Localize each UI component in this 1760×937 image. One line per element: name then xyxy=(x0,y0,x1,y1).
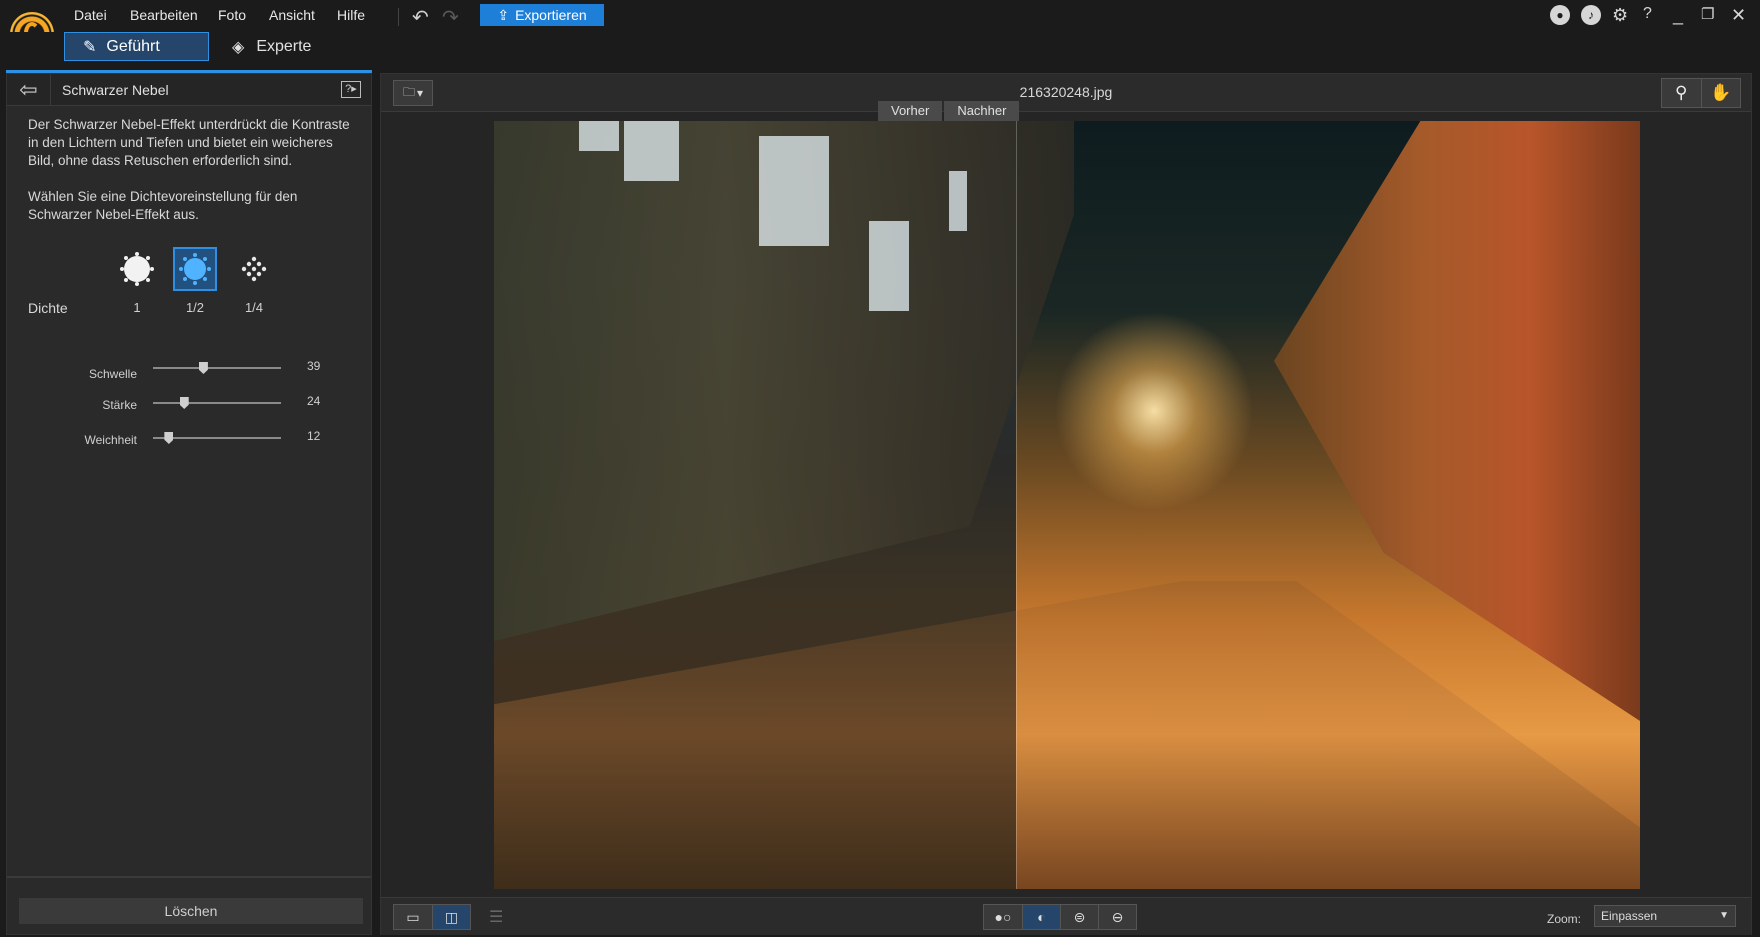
menu-foto[interactable]: Foto xyxy=(218,7,246,23)
export-label: Exportieren xyxy=(515,7,587,23)
help-icon[interactable]: ? xyxy=(1643,5,1652,23)
photo-window xyxy=(949,171,967,231)
single-view-icon[interactable]: ▭ xyxy=(394,905,432,929)
layers-icon: ◈ xyxy=(232,38,245,56)
compare-labels: Vorher Nachher xyxy=(878,101,1020,121)
zoom-label: Zoom: xyxy=(1547,912,1582,926)
viewer-bottom-bar: ▭ ◫ ☰ ●○ ◐ ⊜ ⊖ Zoom: Einpassen ▼ xyxy=(381,897,1751,935)
gear-icon[interactable]: ⚙ xyxy=(1612,5,1628,26)
slider-label-strength: Stärke xyxy=(102,398,137,412)
compare-side-icon[interactable]: ●○ xyxy=(984,905,1022,929)
compare-vertical-icon[interactable]: ⊖ xyxy=(1098,905,1136,929)
undo-icon[interactable]: ↶ xyxy=(412,5,429,30)
magic-wand-icon: ✎ xyxy=(83,38,97,56)
preset-density-1[interactable] xyxy=(115,247,159,291)
slider-label-threshold: Schwelle xyxy=(88,367,137,381)
compare-split-line[interactable] xyxy=(1016,121,1017,889)
density-full-icon xyxy=(120,252,154,286)
preset-density-quarter[interactable] xyxy=(232,247,276,291)
photo-preview[interactable] xyxy=(494,121,1640,889)
delete-button[interactable]: Löschen xyxy=(19,898,363,924)
preset-density-half[interactable] xyxy=(173,247,217,291)
effect-description: Der Schwarzer Nebel-Effekt unterdrückt d… xyxy=(28,117,350,168)
viewer-toolbar: 🗀 ▾ 216320248.jpg ⚲ ✋ xyxy=(381,74,1751,112)
bell-icon[interactable]: ♪ xyxy=(1581,5,1601,25)
effect-panel: ⇦ Schwarzer Nebel ?▸ Der Schwarzer Nebel… xyxy=(6,73,372,935)
arrow-left-icon: ⇦ xyxy=(19,77,38,102)
density-quarter-icon xyxy=(241,256,267,282)
hand-icon[interactable]: ✋ xyxy=(1700,79,1741,107)
compare-mode-group: ●○ ◐ ⊜ ⊖ xyxy=(983,904,1137,930)
menu-ansicht[interactable]: Ansicht xyxy=(269,7,315,23)
panel-header: ⇦ Schwarzer Nebel ?▸ xyxy=(7,74,371,106)
minimize-icon[interactable]: _ xyxy=(1673,5,1683,26)
restore-icon[interactable]: ❐ xyxy=(1701,5,1714,23)
tab-expert[interactable]: ◈ Experte xyxy=(232,32,311,61)
view-mode-group: ▭ ◫ xyxy=(393,904,471,930)
photo-window xyxy=(579,121,619,151)
menu-hilfe[interactable]: Hilfe xyxy=(337,7,365,23)
preset-label-half: 1/2 xyxy=(185,300,205,315)
preset-label-1: 1 xyxy=(133,300,141,315)
split-view-icon[interactable]: ◫ xyxy=(432,905,470,929)
slider-value-softness: 12 xyxy=(307,429,321,443)
photo-street-light xyxy=(1054,311,1254,511)
slider-value-strength: 24 xyxy=(307,394,321,408)
back-button[interactable]: ⇦ xyxy=(7,74,51,106)
menu-datei[interactable]: Datei xyxy=(74,7,107,23)
menu-bar: Datei Bearbeiten Foto Ansicht Hilfe ↶ ↷ … xyxy=(0,0,1760,56)
panel-divider xyxy=(7,876,371,878)
slider-value-threshold: 39 xyxy=(307,359,321,373)
compare-half-icon[interactable]: ◐ xyxy=(1022,905,1060,929)
before-label: Vorher xyxy=(878,101,943,121)
image-viewer: 🗀 ▾ 216320248.jpg ⚲ ✋ Vorher Nachher ▭ ◫… xyxy=(380,73,1752,935)
menu-divider xyxy=(398,8,399,26)
after-label: Nachher xyxy=(944,101,1020,121)
tab-guided-label: Geführt xyxy=(106,37,160,55)
softness-slider-thumb[interactable] xyxy=(164,432,174,444)
strength-slider-thumb[interactable] xyxy=(179,397,189,409)
panel-title: Schwarzer Nebel xyxy=(62,82,169,98)
photo-window xyxy=(869,221,909,311)
tab-expert-label: Experte xyxy=(256,37,312,55)
effect-instruction: Wählen Sie eine Dichtevoreinstellung für… xyxy=(28,189,298,222)
view-tools: ⚲ ✋ xyxy=(1661,78,1741,108)
zoom-select[interactable]: Einpassen ▼ xyxy=(1594,905,1736,927)
preset-label-quarter: 1/4 xyxy=(244,300,264,315)
export-button[interactable]: ⇪ Exportieren xyxy=(480,4,604,26)
slider-label-softness: Weichheit xyxy=(84,433,137,447)
menu-bearbeiten[interactable]: Bearbeiten xyxy=(130,7,198,23)
user-icon[interactable]: ● xyxy=(1550,5,1570,25)
density-half-icon xyxy=(179,253,211,285)
sync-settings-icon[interactable]: ☰ xyxy=(489,907,503,927)
compare-horizontal-icon[interactable]: ⊜ xyxy=(1060,905,1098,929)
mode-bar: ✎ Geführt ◈ Experte xyxy=(0,32,1760,70)
tab-guided[interactable]: ✎ Geführt xyxy=(64,32,209,61)
chevron-down-icon: ▼ xyxy=(1719,910,1729,921)
threshold-slider-thumb[interactable] xyxy=(198,362,208,374)
redo-icon[interactable]: ↷ xyxy=(442,5,459,30)
magnifier-icon[interactable]: ⚲ xyxy=(1662,79,1701,107)
upload-icon: ⇪ xyxy=(497,6,510,23)
photo-window xyxy=(624,121,679,181)
density-label: Dichte xyxy=(28,300,68,316)
close-icon[interactable]: ✕ xyxy=(1731,5,1746,26)
photo-window xyxy=(759,136,829,246)
help-panel-icon[interactable]: ?▸ xyxy=(341,81,361,98)
file-name: 216320248.jpg xyxy=(1019,84,1113,100)
zoom-value: Einpassen xyxy=(1601,909,1658,923)
threshold-slider[interactable] xyxy=(153,362,281,374)
strength-slider[interactable] xyxy=(153,397,281,409)
app-window: Datei Bearbeiten Foto Ansicht Hilfe ↶ ↷ … xyxy=(0,0,1760,937)
softness-slider[interactable] xyxy=(153,432,281,444)
